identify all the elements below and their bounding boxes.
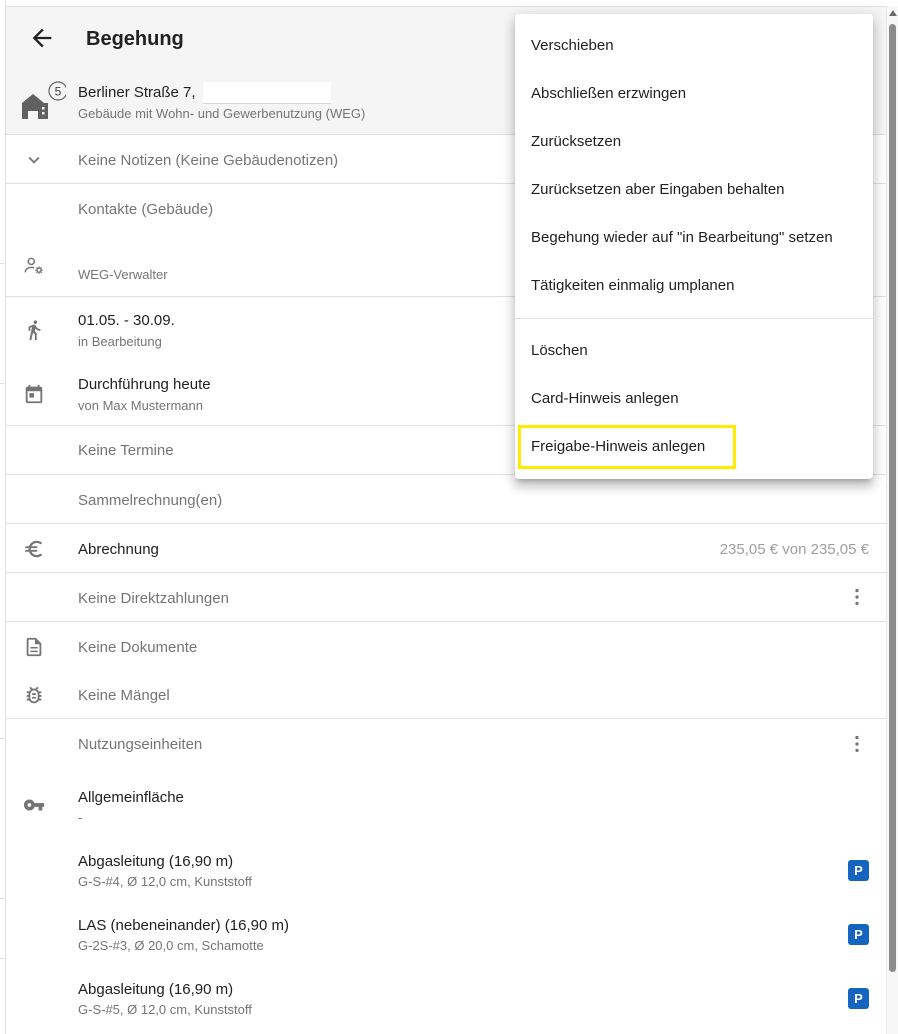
menu-item-reset-keep-input[interactable]: Zurücksetzen aber Eingaben behalten <box>515 166 873 214</box>
documents-label[interactable]: Keine Dokumente <box>78 639 197 656</box>
chevron-down-icon[interactable] <box>23 149 45 171</box>
unit-title[interactable]: LAS (nebeneinander) (16,90 m) <box>78 917 289 934</box>
dots-vertical-icon <box>855 735 859 753</box>
euro-icon <box>23 538 45 560</box>
page-title: Begehung <box>86 28 184 50</box>
walk-icon <box>23 319 45 341</box>
documents-defects-section: Keine Dokumente Keine Mängel <box>6 622 886 719</box>
contact-role: WEG-Verwalter <box>78 267 168 282</box>
menu-item-reschedule-once[interactable]: Tätigkeiten einmalig umplanen <box>515 262 873 310</box>
menu-item-delete[interactable]: Löschen <box>515 327 873 375</box>
notes-label: Keine Notizen (Keine Gebäudenotizen) <box>78 152 339 169</box>
parking-badge: P <box>848 860 869 881</box>
key-icon <box>23 794 45 816</box>
menu-item-move[interactable]: Verschieben <box>515 22 873 70</box>
home-city-icon: 5 <box>20 81 68 121</box>
usage-units-more-button[interactable] <box>846 733 868 755</box>
unit-detail: G-S-#4, Ø 12,0 cm, Kunststoff <box>78 874 252 889</box>
calendar-icon <box>23 383 45 405</box>
parking-badge: P <box>848 924 869 945</box>
billing-row[interactable]: Abrechnung 235,05 € von 235,05 € <box>6 524 886 573</box>
menu-item-reset[interactable]: Zurücksetzen <box>515 118 873 166</box>
period-dates: 01.05. - 30.09. <box>78 312 175 329</box>
building-usage: Gebäude mit Wohn- und Gewerbenutzung (WE… <box>78 106 366 121</box>
bug-icon <box>23 684 45 706</box>
building-count-badge: 5 <box>55 85 62 99</box>
direct-payments-row[interactable]: Keine Direktzahlungen <box>6 573 886 622</box>
parking-badge: P <box>848 988 869 1009</box>
unit-title[interactable]: Abgasleitung (16,90 m) <box>78 853 233 870</box>
menu-item-set-in-progress[interactable]: Begehung wieder auf "in Bearbeitung" set… <box>515 214 873 262</box>
appointments-label: Keine Termine <box>78 442 174 459</box>
collective-invoice-label: Sammelrechnung(en) <box>78 492 223 509</box>
menu-item-card-note[interactable]: Card-Hinweis anlegen <box>515 375 873 423</box>
unit-detail: G-S-#5, Ø 12,0 cm, Kunststoff <box>78 1002 252 1017</box>
dots-vertical-icon <box>855 588 859 606</box>
scroll-up-arrow-icon[interactable] <box>889 10 897 16</box>
scrollbar[interactable] <box>886 6 898 1034</box>
unit-detail: - <box>78 810 83 825</box>
billing-label: Abrechnung <box>78 541 159 558</box>
account-cog-icon <box>23 255 45 277</box>
menu-item-force-complete[interactable]: Abschließen erzwingen <box>515 70 873 118</box>
execution-title: Durchführung heute <box>78 376 211 393</box>
unit-title[interactable]: Allgemeinfläche <box>78 789 184 806</box>
direct-payments-more-button[interactable] <box>846 586 868 608</box>
contacts-heading: Kontakte (Gebäude) <box>78 201 214 218</box>
collective-invoice-row[interactable]: Sammelrechnung(en) <box>6 475 886 524</box>
context-menu: Verschieben Abschließen erzwingen Zurück… <box>515 14 873 479</box>
highlight-box <box>518 425 736 469</box>
scrollbar-thumb[interactable] <box>889 24 896 972</box>
billing-amount: 235,05 € von 235,05 € <box>719 541 869 558</box>
usage-units-section: Nutzungseinheiten Allgemeinfläche - Abga… <box>6 719 886 1034</box>
file-document-icon <box>23 636 45 658</box>
back-button[interactable] <box>28 24 56 52</box>
menu-divider <box>515 318 873 319</box>
unit-title[interactable]: Abgasleitung (16,90 m) <box>78 981 233 998</box>
execution-by: von Max Mustermann <box>78 398 203 413</box>
direct-payments-label: Keine Direktzahlungen <box>78 590 229 607</box>
unit-detail: G-2S-#3, Ø 20,0 cm, Schamotte <box>78 938 264 953</box>
building-address: Berliner Straße 7, <box>78 84 196 101</box>
arrow-left-icon <box>32 28 52 48</box>
defects-label[interactable]: Keine Mängel <box>78 687 170 704</box>
period-status: in Bearbeitung <box>78 334 162 349</box>
usage-units-heading: Nutzungseinheiten <box>78 736 203 753</box>
redacted-address-part <box>203 82 331 104</box>
